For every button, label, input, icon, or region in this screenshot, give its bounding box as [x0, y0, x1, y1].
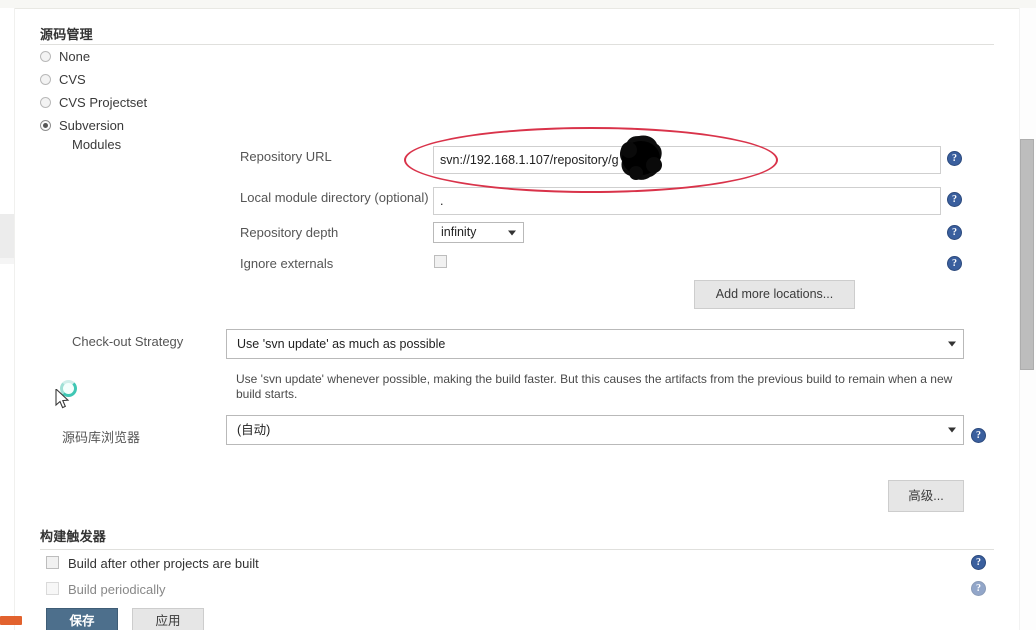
checkout-strategy-help-text: Use 'svn update' whenever possible, maki… — [236, 372, 953, 401]
radio-none[interactable] — [40, 51, 51, 62]
repository-url-label: Repository URL — [240, 149, 332, 164]
local-module-directory-label: Local module directory (optional) — [240, 190, 429, 205]
checkout-strategy-value: Use 'svn update' as much as possible — [237, 337, 446, 351]
triggers-section-title: 构建触发器 — [40, 529, 107, 544]
scm-option-subversion-label: Subversion — [59, 118, 125, 133]
trigger-build-after-other-projects-checkbox[interactable] — [46, 556, 59, 569]
chevron-down-icon — [948, 427, 956, 433]
repository-depth-help-icon[interactable]: ? — [947, 225, 962, 240]
repository-depth-select[interactable]: infinity — [433, 222, 524, 243]
left-rail-panel-block — [0, 214, 14, 258]
vertical-scrollbar-track[interactable] — [1019, 8, 1036, 630]
repository-browser-select[interactable]: (自动) — [226, 415, 964, 445]
chevron-down-icon — [508, 230, 516, 235]
repository-depth-label: Repository depth — [240, 225, 339, 240]
page-root: 源码管理 None CVS CVS Projectset Subversion … — [0, 0, 1036, 630]
repository-depth-value: infinity — [441, 225, 477, 239]
checkout-strategy-label: Check-out Strategy — [72, 334, 184, 349]
modules-label: Modules — [72, 137, 122, 152]
ignore-externals-label: Ignore externals — [240, 256, 334, 271]
mouse-cursor-pointer — [55, 389, 70, 409]
vertical-scrollbar-thumb[interactable] — [1020, 139, 1034, 370]
scm-option-cvs[interactable]: CVS — [40, 72, 86, 87]
advanced-button[interactable]: 高级... — [888, 480, 964, 512]
scm-option-cvs-label: CVS — [59, 72, 86, 87]
ignore-externals-checkbox[interactable] — [434, 255, 447, 268]
left-rail-panel-block-secondary — [0, 258, 14, 264]
apply-button[interactable]: 应用 — [132, 608, 204, 630]
scm-option-cvs-projectset[interactable]: CVS Projectset — [40, 95, 147, 110]
radio-cvs[interactable] — [40, 74, 51, 85]
main-content: 源码管理 None CVS CVS Projectset Subversion … — [14, 8, 1020, 630]
local-module-directory-help-icon[interactable]: ? — [947, 192, 962, 207]
save-button[interactable]: 保存 — [46, 608, 118, 630]
scm-section-title: 源码管理 — [40, 27, 93, 42]
scm-option-subversion[interactable]: Subversion — [40, 118, 124, 133]
trigger-build-after-other-projects-label: Build after other projects are built — [68, 556, 259, 571]
checkout-strategy-select[interactable]: Use 'svn update' as much as possible — [226, 329, 964, 359]
radio-cvs-projectset[interactable] — [40, 97, 51, 108]
add-more-locations-button[interactable]: Add more locations... — [694, 280, 855, 309]
repository-browser-help-icon[interactable]: ? — [971, 428, 986, 443]
trigger-build-periodically-checkbox[interactable] — [46, 582, 59, 595]
ignore-externals-help-icon[interactable]: ? — [947, 256, 962, 271]
left-rail — [0, 8, 15, 630]
trigger-build-periodically-label: Build periodically — [68, 582, 166, 597]
scm-option-cvs-projectset-label: CVS Projectset — [59, 95, 148, 110]
scm-option-none[interactable]: None — [40, 49, 90, 64]
repository-browser-value: (自动) — [237, 423, 271, 437]
chevron-down-icon — [948, 341, 956, 347]
trigger-build-after-other-projects-help-icon[interactable]: ? — [971, 555, 986, 570]
scm-option-none-label: None — [59, 49, 91, 64]
radio-subversion[interactable] — [40, 120, 51, 131]
trigger-build-periodically-help-icon[interactable]: ? — [971, 581, 986, 596]
repository-url-help-icon[interactable]: ? — [947, 151, 962, 166]
repository-url-input[interactable] — [433, 146, 941, 174]
local-module-directory-input[interactable] — [433, 187, 941, 215]
repository-browser-label: 源码库浏览器 — [62, 430, 141, 445]
triggers-section-divider — [40, 549, 994, 550]
scm-section-divider — [40, 44, 994, 45]
